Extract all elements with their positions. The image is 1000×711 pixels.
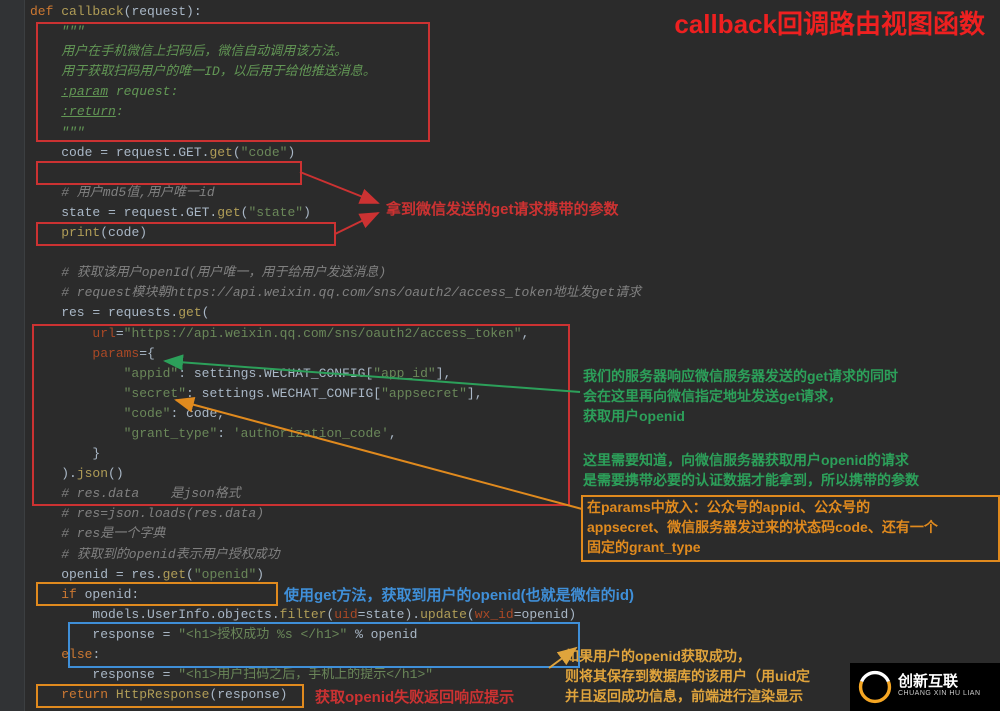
kw-def: def [30, 4, 61, 19]
cmt-request-url: # request模块朝https://api.weixin.qq.com/sn… [30, 283, 1000, 303]
docstring-l2: 用于获取扫码用户的唯一ID，以后用于给他推送消息。 [30, 62, 1000, 82]
logo-subtext: CHUANG XIN HU LIAN [898, 689, 981, 700]
doc-return: :return [61, 104, 116, 119]
fn-name: callback [61, 4, 123, 19]
docstring-l1: 用户在手机微信上扫码后，微信自动调用该方法。 [30, 42, 1000, 62]
brand-logo: 创新互联 CHUANG XIN HU LIAN [850, 663, 1000, 711]
doc-param: :param [61, 84, 108, 99]
docstring-open: """ [30, 22, 1000, 42]
print-call: print [61, 225, 100, 240]
editor-gutter [0, 0, 25, 711]
cmt-md5: # 用户md5值,用户唯一id [30, 183, 1000, 203]
cmt-openid: # 获取该用户openId(用户唯一，用于给用户发送消息) [30, 263, 1000, 283]
docstring-close: """ [30, 123, 1000, 143]
code-editor-area: def callback(request): """ 用户在手机微信上扫码后，微… [30, 0, 1000, 705]
logo-text: 创新互联 [898, 674, 981, 689]
logo-icon [858, 670, 892, 704]
params: (request): [124, 4, 202, 19]
